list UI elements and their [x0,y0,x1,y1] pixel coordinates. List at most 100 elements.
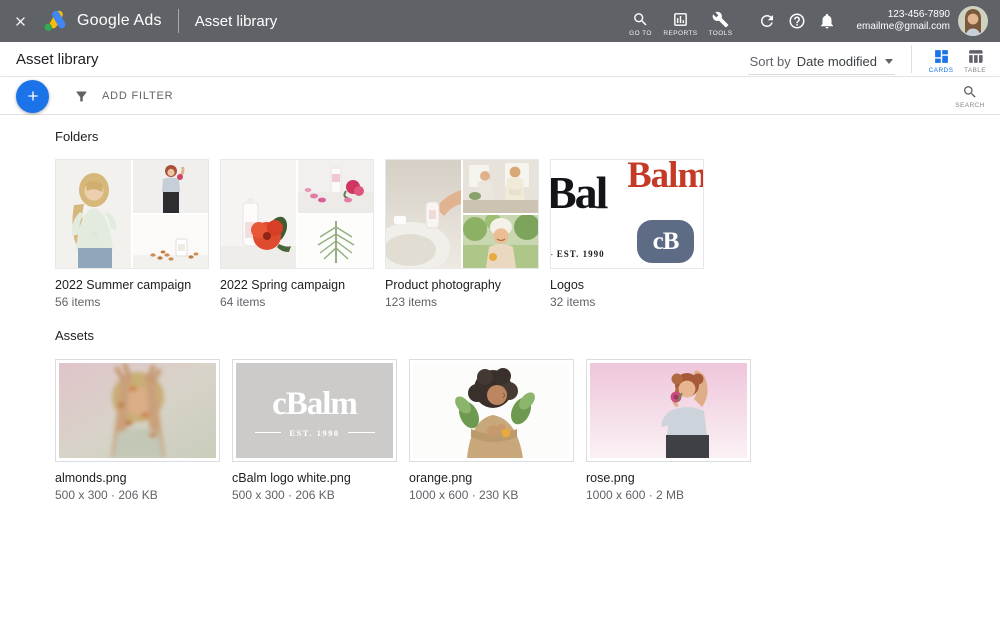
table-view-icon [967,48,984,65]
logo-balm-red: Balm [628,160,703,213]
nav-go-to[interactable]: GO TO [622,5,658,37]
nav-reports-label: REPORTS [663,30,697,37]
asset-meta: 1000 x 600 · 230 KB [409,488,574,502]
topbar-nav: GO TO REPORTS TOOLS [622,5,738,37]
product-name: Google Ads [77,12,162,30]
cb-badge-shape: cB [637,220,694,263]
asset-meta: 1000 x 600 · 2 MB [586,488,751,502]
asset-name: orange.png [409,471,574,485]
folder-card-product-photography[interactable]: Product photography 123 items [385,159,539,309]
logo-text-cbalm: cBalm [272,386,357,423]
topbar: Google Ads Asset library GO TO REPORTS T… [0,0,1000,42]
google-ads-logo-icon [42,9,68,33]
photo-woman-rose-mic [590,363,747,458]
account-info[interactable]: 123-456-7890 emailme@gmail.com [856,9,950,34]
page-header: Asset library Sort by Date modified CARD… [0,42,1000,77]
nav-tools[interactable]: TOOLS [702,5,738,37]
asset-meta: 500 x 300 · 206 KB [55,488,220,502]
photo-blonde-woman [56,160,131,268]
folder-name: 2022 Spring campaign [220,278,374,292]
logo-text-balm: Balm [628,160,703,197]
folder-card-summer-campaign[interactable]: 2022 Summer campaign 56 items [55,159,209,309]
asset-name: cBalm logo white.png [232,471,397,485]
folder-count: 64 items [220,295,374,309]
chevron-down-icon [885,59,893,64]
logo-cbalm-white: cBalm EST. 1990 [236,363,393,458]
folder-thumbnail: Bal – EST. 1990 Balm cB [550,159,704,269]
search-label: SEARCH [955,102,985,109]
folder-card-spring-campaign[interactable]: 2022 Spring campaign 64 items [220,159,374,309]
logo-text-cb: cB [653,228,679,256]
folder-name: Product photography [385,278,539,292]
asset-thumbnail: cBalm EST. 1990 [232,359,397,462]
search-icon [962,84,978,100]
photo-woman-plants [413,363,570,458]
cards-view-icon [933,48,950,65]
folder-card-logos[interactable]: Bal – EST. 1990 Balm cB Logos 32 items [550,159,704,309]
account-phone: 123-456-7890 [856,9,950,22]
asset-name: almonds.png [55,471,220,485]
logo-bal-black: Bal – EST. 1990 [551,160,626,268]
asset-name: rose.png [586,471,751,485]
folder-thumbnail [55,159,209,269]
filter-toolbar: ADD FILTER SEARCH [0,78,1000,115]
photo-palm-leaf [298,215,373,268]
asset-card-orange[interactable]: orange.png 1000 x 600 · 230 KB [409,359,574,502]
filter-icon [74,89,89,104]
asset-card-almonds[interactable]: almonds.png 500 x 300 · 206 KB [55,359,220,502]
bell-icon[interactable] [812,0,842,42]
help-icon[interactable] [782,0,812,42]
photo-almonds-blurred [59,363,216,458]
table-view-label: TABLE [964,67,986,74]
logo-text-est: – EST. 1990 [551,249,605,259]
close-icon[interactable] [0,0,40,42]
view-table-button[interactable]: TABLE [958,45,992,74]
asset-thumbnail [55,359,220,462]
search-icon [632,11,649,28]
topbar-page-title: Asset library [195,13,278,30]
asset-card-cbalm-logo[interactable]: cBalm EST. 1990 cBalm logo white.png 500… [232,359,397,502]
photo-hand-bottle-sink [386,160,461,268]
topbar-divider [178,9,179,33]
logo-text-est-center: EST. 1990 [289,428,339,438]
folder-name: Logos [550,278,704,292]
search-button[interactable]: SEARCH [950,84,990,109]
photo-bottle-hibiscus [221,160,296,268]
photo-bathroom-mirror [463,160,538,213]
folders-row: 2022 Summer campaign 56 items [55,159,1000,309]
bar-chart-icon [672,11,689,28]
nav-go-to-label: GO TO [629,30,652,37]
refresh-icon[interactable] [752,0,782,42]
photo-tube-petals [298,160,373,213]
nav-reports[interactable]: REPORTS [662,5,698,37]
asset-card-rose[interactable]: rose.png 1000 x 600 · 2 MB [586,359,751,502]
assets-section-label: Assets [55,328,1000,343]
wrench-icon [712,11,729,28]
est-line: EST. 1990 [255,428,375,438]
sort-dropdown[interactable]: Sort by Date modified [748,50,895,75]
asset-thumbnail [409,359,574,462]
logo-text-bal: Bal [551,166,606,219]
nav-tools-label: TOOLS [709,30,733,37]
add-asset-button[interactable] [16,80,49,113]
avatar[interactable] [958,6,988,36]
folder-count: 32 items [550,295,704,309]
photo-woman-with-rose [133,160,208,213]
asset-meta: 500 x 300 · 206 KB [232,488,397,502]
cards-view-label: CARDS [929,67,954,74]
logo-cb-badge: cB [628,215,703,268]
view-cards-button[interactable]: CARDS [924,45,958,74]
folder-thumbnail [385,159,539,269]
plus-icon [25,88,41,104]
photo-jar-almonds [133,215,208,268]
photo-woman-towel-orchard [463,215,538,268]
add-filter-button[interactable]: ADD FILTER [74,89,173,104]
page-title: Asset library [16,51,99,68]
folder-name: 2022 Summer campaign [55,278,209,292]
view-toggle-divider [911,45,912,73]
sort-by-label: Sort by [750,54,791,69]
sort-value: Date modified [797,54,877,69]
asset-library-content: Folders [0,115,1000,625]
assets-row: almonds.png 500 x 300 · 206 KB cBalm EST… [55,359,1000,502]
folders-section-label: Folders [55,129,1000,144]
